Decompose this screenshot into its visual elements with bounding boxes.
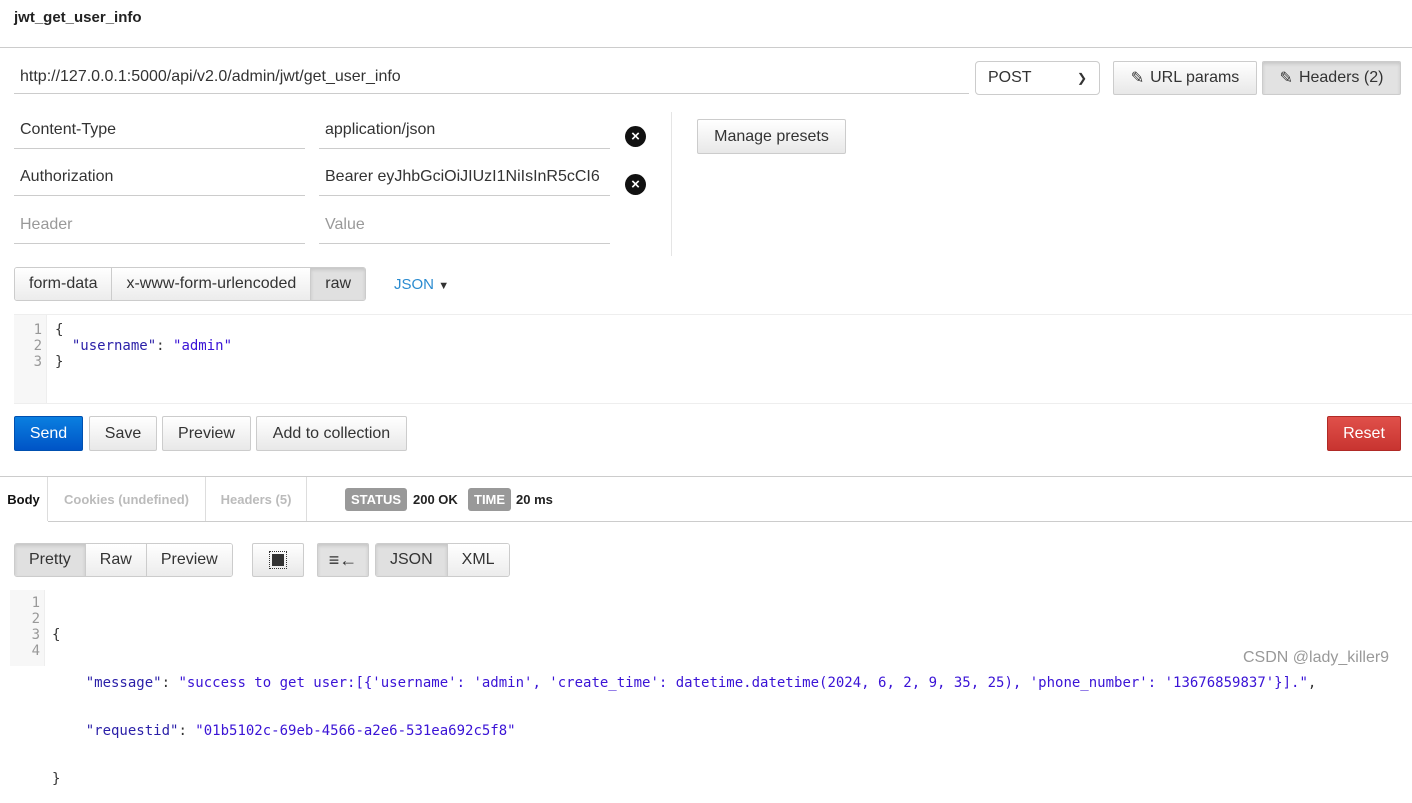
edit-icon: ✎ xyxy=(1130,70,1145,87)
save-button[interactable]: Save xyxy=(89,416,157,451)
preview-button[interactable]: Preview xyxy=(162,416,251,451)
json-value: "success to get user:[{'username': 'admi… xyxy=(178,675,1308,691)
tab-headers[interactable]: Headers (5) xyxy=(206,477,307,521)
divider xyxy=(0,47,1412,48)
edit-icon: ✎ xyxy=(1279,70,1293,87)
line-number: 3 xyxy=(33,354,42,370)
time-badge: TIME xyxy=(468,488,512,511)
new-header-key-input[interactable]: Header xyxy=(14,207,305,244)
header-key-input[interactable]: Authorization xyxy=(14,159,305,196)
format-xml[interactable]: XML xyxy=(447,544,509,576)
wrap-lines-icon: ≡← xyxy=(328,549,358,570)
format-group: JSON XML xyxy=(375,543,510,577)
status-value: 200 OK xyxy=(413,492,458,507)
json-key: "message" xyxy=(85,675,162,691)
manage-presets-button[interactable]: Manage presets xyxy=(697,119,846,154)
header-value-input[interactable]: application/json xyxy=(319,112,610,149)
line-number: 4 xyxy=(31,643,40,659)
divider xyxy=(48,521,1412,522)
status-badge: STATUS xyxy=(345,488,408,511)
json-key: "username" xyxy=(71,338,157,354)
method-value: POST xyxy=(988,69,1032,86)
fullscreen-button[interactable] xyxy=(252,543,304,577)
tab-cookies[interactable]: Cookies (undefined) xyxy=(48,477,206,521)
line-number: 1 xyxy=(33,322,42,338)
reset-button[interactable]: Reset xyxy=(1327,416,1401,451)
body-mode-raw[interactable]: raw xyxy=(311,268,366,300)
url-input[interactable]: http://127.0.0.1:5000/api/v2.0/admin/jwt… xyxy=(14,60,969,94)
view-preview[interactable]: Preview xyxy=(146,544,232,576)
caret-down-icon: ▼ xyxy=(438,280,450,292)
line-number: 3 xyxy=(31,627,40,643)
line-number: 2 xyxy=(33,338,42,354)
header-value-input[interactable]: Bearer eyJhbGciOiJIUzI1NiIsInR5cCI6 xyxy=(319,159,610,196)
code-line: "message": "success to get user:[{'usern… xyxy=(85,675,1317,691)
line-number: 2 xyxy=(31,611,40,627)
wrap-lines-button[interactable]: ≡← xyxy=(317,543,369,577)
new-header-value-input[interactable]: Value xyxy=(319,207,610,244)
view-pretty[interactable]: Pretty xyxy=(15,544,86,576)
json-value: "01b5102c-69eb-4566-a2e6-531ea692c5f8" xyxy=(195,723,516,739)
json-value: "admin" xyxy=(173,338,233,354)
method-select[interactable]: POST ❯ xyxy=(975,61,1100,95)
request-title: jwt_get_user_info xyxy=(14,9,142,26)
comma: , xyxy=(1307,675,1317,691)
send-button[interactable]: Send xyxy=(14,416,83,451)
view-mode-group: Pretty Raw Preview xyxy=(14,543,233,577)
format-json[interactable]: JSON xyxy=(376,544,448,576)
url-params-button[interactable]: ✎ URL params xyxy=(1113,61,1257,95)
body-mode-form-data[interactable]: form-data xyxy=(15,268,113,300)
headers-label: Headers (2) xyxy=(1298,69,1384,86)
add-to-collection-button[interactable]: Add to collection xyxy=(256,416,407,451)
code-line: "requestid": "01b5102c-69eb-4566-a2e6-53… xyxy=(85,723,516,739)
fullscreen-icon xyxy=(269,551,287,569)
url-params-label: URL params xyxy=(1150,69,1240,86)
code-line: { xyxy=(52,627,61,643)
tab-body[interactable]: Body xyxy=(0,477,48,521)
raw-type-label: JSON xyxy=(394,276,435,293)
chevron-down-icon: ❯ xyxy=(1076,71,1087,85)
time-value: 20 ms xyxy=(516,492,553,507)
editor-gutter: 1 2 3 xyxy=(14,315,47,403)
remove-header-icon[interactable]: × xyxy=(625,126,646,147)
response-body-code: { "message": "success to get user:[{'use… xyxy=(52,595,1316,803)
view-raw[interactable]: Raw xyxy=(85,544,147,576)
divider xyxy=(671,112,672,256)
watermark: CSDN @lady_killer9 xyxy=(1243,649,1390,666)
request-body-code[interactable]: { "username": "admin" } xyxy=(55,322,232,370)
body-mode-group: form-data x-www-form-urlencoded raw xyxy=(14,267,367,301)
raw-type-dropdown[interactable]: JSON ▼ xyxy=(394,276,449,293)
remove-header-icon[interactable]: × xyxy=(625,174,646,195)
code-line: } xyxy=(52,771,61,787)
line-number: 1 xyxy=(31,595,40,611)
body-mode-urlencoded[interactable]: x-www-form-urlencoded xyxy=(112,268,312,300)
headers-button[interactable]: ✎ Headers (2) xyxy=(1262,61,1401,95)
code-line: "username": "admin" xyxy=(71,338,233,354)
code-line: } xyxy=(55,354,64,370)
json-key: "requestid" xyxy=(85,723,179,739)
response-gutter: 1 2 3 4 xyxy=(10,590,45,666)
header-key-input[interactable]: Content-Type xyxy=(14,112,305,149)
code-line: { xyxy=(55,322,64,338)
